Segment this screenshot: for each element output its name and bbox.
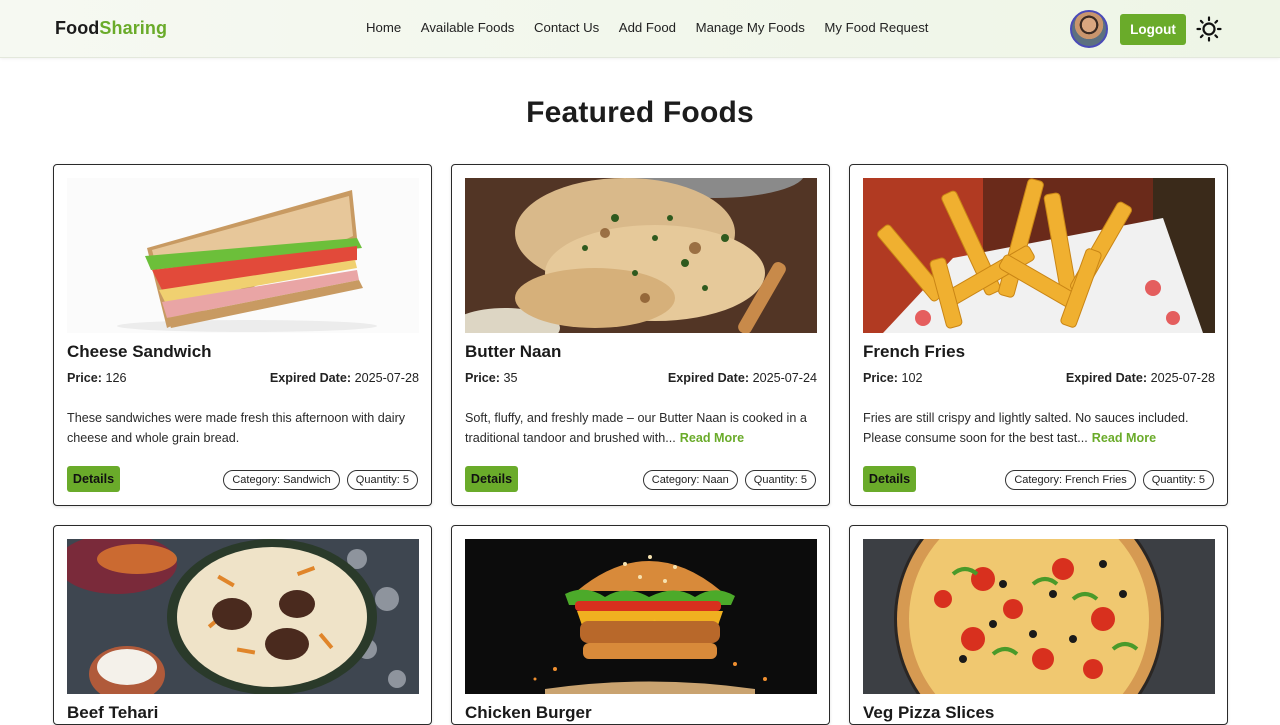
nav-link-my-food-request[interactable]: My Food Request	[824, 20, 928, 35]
food-title: Beef Tehari	[67, 703, 159, 722]
category-badge: Category: Naan	[642, 470, 738, 490]
food-tags: Category: Sandwich Quantity: 5	[223, 470, 418, 490]
sun-icon[interactable]	[1193, 13, 1225, 45]
price-label: Price:	[863, 371, 899, 385]
price-value: 102	[901, 371, 923, 385]
food-title: Cheese Sandwich	[67, 342, 212, 361]
brand-part-1: Food	[55, 18, 100, 38]
nav-link-contact-us[interactable]: Contact Us	[534, 20, 599, 35]
details-button[interactable]: Details	[863, 466, 916, 492]
price-value: 35	[503, 371, 518, 385]
food-description: These sandwiches were made fresh this af…	[67, 408, 423, 448]
expired-value: 2025-07-24	[752, 371, 817, 385]
category-badge: Category: French Fries	[1005, 470, 1136, 490]
food-description: Fries are still crispy and lightly salte…	[863, 408, 1219, 448]
read-more-link[interactable]: Read More	[1092, 431, 1156, 445]
burger-image	[465, 539, 817, 694]
naan-image	[465, 178, 817, 333]
price-value: 126	[105, 371, 127, 385]
nav-link-home[interactable]: Home	[366, 20, 401, 35]
food-meta: Price: 35 Expired Date: 2025-07-24	[465, 371, 817, 385]
food-description-text: These sandwiches were made fresh this af…	[67, 411, 406, 445]
tehari-image	[67, 539, 419, 694]
expired-label: Expired Date:	[667, 371, 750, 385]
expired-label: Expired Date:	[1065, 371, 1148, 385]
quantity-badge: Quantity: 5	[744, 470, 816, 490]
quantity-badge: Quantity: 5	[346, 470, 418, 490]
food-card: Cheese Sandwich Price: 126 Expired Date:…	[53, 164, 432, 506]
brand-part-2: Sharing	[99, 18, 168, 38]
quantity-badge: Quantity: 5	[1142, 470, 1214, 490]
pizza-image	[863, 539, 1215, 694]
category-badge: Category: Sandwich	[223, 470, 340, 490]
fries-image	[863, 178, 1215, 333]
navbar: FoodSharing Home Available Foods Contact…	[0, 0, 1280, 58]
nav-link-available-foods[interactable]: Available Foods	[421, 20, 515, 35]
nav-link-manage-my-foods[interactable]: Manage My Foods	[696, 20, 805, 35]
page-title: Featured Foods	[526, 96, 754, 129]
food-title: Butter Naan	[465, 342, 562, 361]
food-meta: Price: 126 Expired Date: 2025-07-28	[67, 371, 419, 385]
food-title: French Fries	[863, 342, 966, 361]
expired-value: 2025-07-28	[354, 371, 419, 385]
food-tags: Category: Naan Quantity: 5	[642, 470, 816, 490]
logout-button[interactable]: Logout	[1120, 14, 1186, 45]
food-expiry: Expired Date: 2025-07-24	[668, 371, 817, 385]
food-card: French Fries Price: 102 Expired Date: 20…	[849, 164, 1228, 506]
food-expiry: Expired Date: 2025-07-28	[1066, 371, 1215, 385]
food-description: Soft, fluffy, and freshly made – our But…	[465, 408, 821, 448]
food-title: Veg Pizza Slices	[863, 703, 995, 722]
food-price: Price: 126	[67, 371, 127, 385]
expired-value: 2025-07-28	[1150, 371, 1215, 385]
expired-label: Expired Date:	[269, 371, 352, 385]
food-title: Chicken Burger	[465, 703, 592, 722]
sandwich-image	[67, 178, 419, 333]
food-card: Butter Naan Price: 35 Expired Date: 2025…	[451, 164, 830, 506]
brand-logo[interactable]: FoodSharing	[55, 18, 167, 39]
price-label: Price:	[465, 371, 501, 385]
read-more-link[interactable]: Read More	[680, 431, 744, 445]
food-meta: Price: 102 Expired Date: 2025-07-28	[863, 371, 1215, 385]
food-expiry: Expired Date: 2025-07-28	[270, 371, 419, 385]
food-price: Price: 102	[863, 371, 923, 385]
price-label: Price:	[67, 371, 103, 385]
food-description-text: Soft, fluffy, and freshly made – our But…	[465, 411, 807, 445]
nav-link-add-food[interactable]: Add Food	[619, 20, 676, 35]
nav-links: Home Available Foods Contact Us Add Food…	[366, 20, 928, 35]
food-price: Price: 35	[465, 371, 518, 385]
food-tags: Category: French Fries Quantity: 5	[1005, 470, 1214, 490]
food-card: Chicken Burger	[451, 525, 830, 725]
food-card: Veg Pizza Slices	[849, 525, 1228, 725]
details-button[interactable]: Details	[67, 466, 120, 492]
food-card: Beef Tehari	[53, 525, 432, 725]
details-button[interactable]: Details	[465, 466, 518, 492]
user-avatar-icon[interactable]	[1070, 10, 1108, 48]
